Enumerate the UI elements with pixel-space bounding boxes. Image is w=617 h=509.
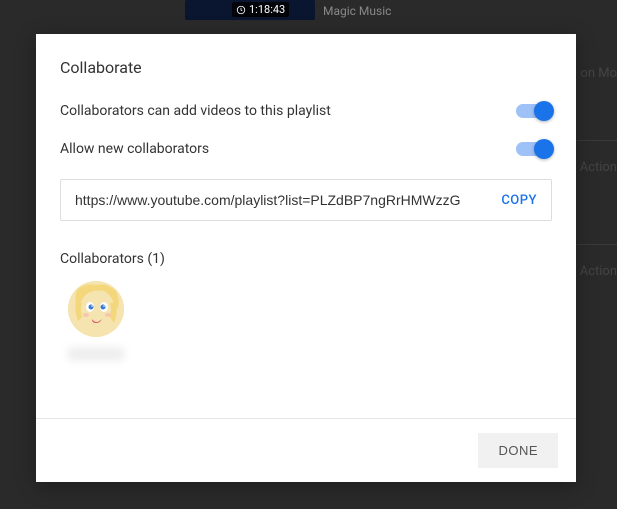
- bg-partial-text-1: on Mo: [580, 62, 617, 85]
- setting-label-add-videos: Collaborators can add videos to this pla…: [60, 103, 331, 119]
- collaborate-dialog: Collaborate Collaborators can add videos…: [36, 34, 576, 482]
- bg-divider: [577, 140, 617, 141]
- collaborators-heading: Collaborators (1): [60, 251, 552, 267]
- copy-button[interactable]: COPY: [489, 193, 537, 208]
- bg-partial-text-2: i Action: [573, 156, 617, 179]
- setting-row-allow-new: Allow new collaborators: [60, 141, 552, 157]
- collaborator-name-blurred: [68, 347, 124, 361]
- toggle-knob: [534, 139, 554, 159]
- toggle-allow-new[interactable]: [516, 142, 552, 156]
- share-url-text[interactable]: https://www.youtube.com/playlist?list=PL…: [75, 192, 489, 208]
- channel-name: Magic Music: [323, 4, 391, 18]
- toggle-knob: [534, 101, 554, 121]
- collaborator-item[interactable]: [60, 281, 132, 361]
- avatar-icon: [68, 281, 124, 337]
- duration-text: 1:18:43: [249, 3, 285, 16]
- bg-partial-text-3: Action: [580, 260, 617, 283]
- video-duration-badge: 1:18:43: [232, 2, 289, 17]
- toggle-add-videos[interactable]: [516, 104, 552, 118]
- dialog-footer: DONE: [36, 418, 576, 482]
- dialog-body: Collaborate Collaborators can add videos…: [36, 34, 576, 418]
- bg-divider: [577, 244, 617, 245]
- setting-row-add-videos: Collaborators can add videos to this pla…: [60, 103, 552, 119]
- share-link-box: https://www.youtube.com/playlist?list=PL…: [60, 179, 552, 221]
- clock-icon: [236, 5, 246, 15]
- dialog-title: Collaborate: [60, 58, 552, 77]
- setting-label-allow-new: Allow new collaborators: [60, 141, 209, 157]
- done-button[interactable]: DONE: [478, 433, 558, 468]
- avatar: [68, 281, 124, 337]
